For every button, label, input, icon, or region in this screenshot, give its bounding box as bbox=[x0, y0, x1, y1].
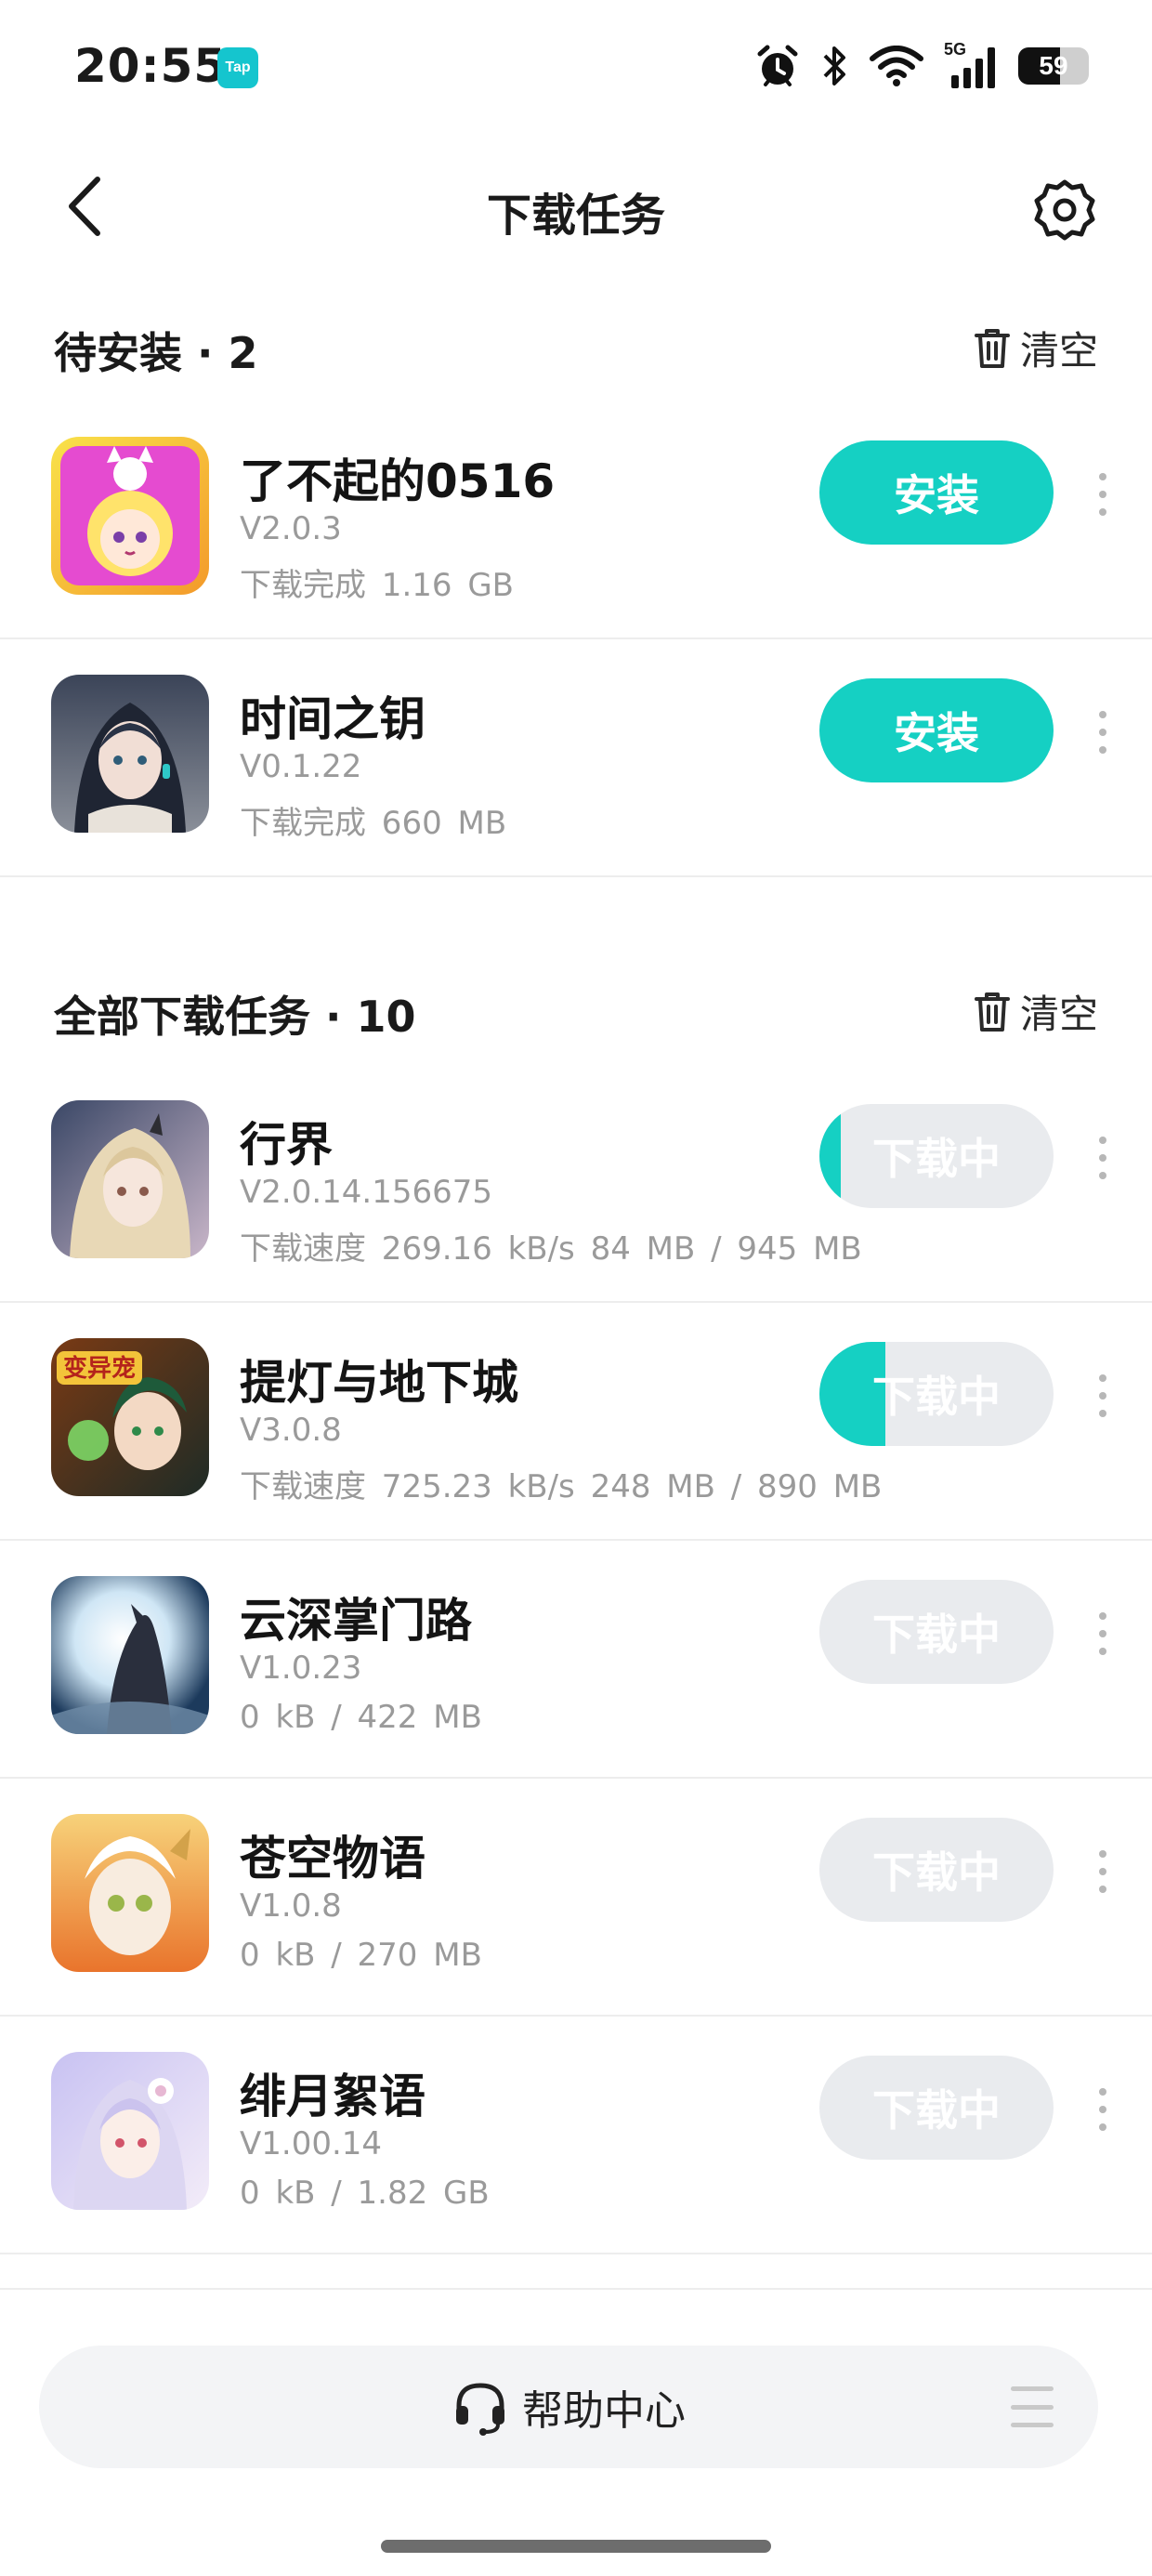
nav-bar: 下载任务 bbox=[0, 139, 1152, 274]
app-icon bbox=[51, 1576, 209, 1734]
app-name: 了不起的0516 bbox=[240, 454, 556, 508]
app-name: 苍空物语 bbox=[240, 1832, 425, 1886]
svg-text:变异宠: 变异宠 bbox=[63, 1354, 136, 1383]
pending-section-title: 待安装 · 2 bbox=[54, 328, 258, 378]
more-options-icon[interactable] bbox=[1087, 697, 1119, 768]
app-name: 时间之钥 bbox=[240, 692, 425, 746]
all-downloads-section-title: 全部下载任务 · 10 bbox=[54, 992, 416, 1042]
downloading-label: 下载中 bbox=[872, 1847, 1001, 1898]
app-version: V1.0.8 bbox=[240, 1887, 342, 1925]
download-item[interactable]: 绯月絮语 V1.00.14 0 kB / 1.82 GB 下载中 bbox=[0, 2017, 1152, 2254]
app-icon bbox=[51, 437, 209, 595]
app-version: V2.0.3 bbox=[240, 510, 342, 547]
download-item[interactable]: 变异宠 提灯与地下城 V3.0.8 下载速度 725.23 kB/s 248 M… bbox=[0, 1303, 1152, 1541]
app-status: 下载完成 660 MB bbox=[240, 805, 507, 842]
app-status: 0 kB / 270 MB bbox=[240, 1937, 482, 1974]
app-version: V2.0.14.156675 bbox=[240, 1174, 492, 1211]
more-options-icon[interactable] bbox=[1087, 1123, 1119, 1193]
help-center-button[interactable]: 帮助中心 bbox=[39, 2346, 1098, 2468]
app-status: 下载完成 1.16 GB bbox=[240, 567, 514, 604]
app-name: 云深掌门路 bbox=[240, 1594, 472, 1648]
status-time: 20:55 bbox=[74, 39, 228, 93]
app-name: 提灯与地下城 bbox=[240, 1356, 518, 1410]
downloading-label: 下载中 bbox=[872, 1372, 1001, 1422]
download-item[interactable]: 苍空物语 V1.0.8 0 kB / 270 MB 下载中 bbox=[0, 1779, 1152, 2017]
downloading-label: 下载中 bbox=[872, 1610, 1001, 1660]
install-label: 安装 bbox=[894, 470, 979, 520]
app-version: V0.1.22 bbox=[240, 748, 362, 785]
app-version: V1.00.14 bbox=[240, 2125, 383, 2162]
install-button[interactable]: 安装 bbox=[819, 678, 1054, 782]
app-icon bbox=[51, 1814, 209, 1972]
headset-icon bbox=[456, 2383, 504, 2436]
page-title: 下载任务 bbox=[486, 190, 665, 242]
downloading-label: 下载中 bbox=[872, 1134, 1001, 1184]
app-name: 绯月絮语 bbox=[240, 2070, 425, 2123]
app-status: 0 kB / 422 MB bbox=[240, 1699, 482, 1736]
clear-all-label: 清空 bbox=[1019, 992, 1098, 1037]
app-status: 下载速度 269.16 kB/s 84 MB / 945 MB bbox=[240, 1230, 862, 1268]
more-options-icon[interactable] bbox=[1087, 2074, 1119, 2145]
app-name: 行界 bbox=[240, 1118, 333, 1172]
pending-item[interactable]: 时间之钥 V0.1.22 下载完成 660 MB 安装 bbox=[0, 639, 1152, 877]
alarm-icon bbox=[754, 43, 801, 89]
bottom-bar: 帮助中心 bbox=[39, 2346, 1098, 2468]
more-options-icon[interactable] bbox=[1087, 1598, 1119, 1669]
app-status: 下载速度 725.23 kB/s 248 MB / 890 MB bbox=[240, 1468, 883, 1505]
tap-app-icon: Tap bbox=[217, 47, 258, 88]
install-button[interactable]: 安装 bbox=[819, 440, 1054, 545]
app-icon bbox=[51, 1100, 209, 1258]
gear-icon bbox=[1034, 179, 1095, 241]
downloading-button[interactable]: 下载中 bbox=[819, 1104, 1054, 1208]
all-downloads-section-header: 全部下载任务 · 10 清空 bbox=[0, 963, 1152, 1056]
pending-section-header: 待安装 · 2 清空 bbox=[0, 299, 1152, 392]
more-options-icon[interactable] bbox=[1087, 459, 1119, 530]
settings-button[interactable] bbox=[1028, 173, 1102, 247]
battery-icon: 59 bbox=[1018, 47, 1089, 85]
more-options-icon[interactable] bbox=[1087, 1360, 1119, 1431]
downloading-button[interactable]: 下载中 bbox=[819, 1580, 1054, 1684]
help-center-label: 帮助中心 bbox=[522, 2387, 686, 2435]
downloading-button[interactable]: 下载中 bbox=[819, 1818, 1054, 1922]
battery-level: 59 bbox=[1039, 51, 1068, 80]
app-icon bbox=[51, 2052, 209, 2210]
download-progress-bar bbox=[819, 1104, 841, 1208]
app-version: V1.0.23 bbox=[240, 1649, 362, 1687]
home-indicator[interactable] bbox=[381, 2540, 771, 2553]
clear-pending-label: 清空 bbox=[1019, 328, 1098, 374]
trash-icon bbox=[974, 992, 1010, 1032]
divider bbox=[0, 2288, 1152, 2290]
downloading-button[interactable]: 下载中 bbox=[819, 2056, 1054, 2160]
app-version: V3.0.8 bbox=[240, 1412, 342, 1449]
pending-item[interactable]: 了不起的0516 V2.0.3 下载完成 1.16 GB 安装 bbox=[0, 401, 1152, 639]
wifi-icon bbox=[870, 46, 923, 86]
status-bar: 20:55 Tap 5G 59 bbox=[0, 0, 1152, 139]
download-item[interactable]: 行界 V2.0.14.156675 下载速度 269.16 kB/s 84 MB… bbox=[0, 1065, 1152, 1303]
status-icons: 5G 59 bbox=[754, 40, 1089, 89]
app-icon: 变异宠 bbox=[51, 1338, 209, 1496]
clear-all-button[interactable]: 清空 bbox=[974, 983, 1098, 1040]
downloading-button[interactable]: 下载中 bbox=[819, 1342, 1054, 1446]
clear-pending-button[interactable]: 清空 bbox=[974, 320, 1098, 376]
install-label: 安装 bbox=[894, 708, 979, 758]
signal-icon: 5G bbox=[944, 40, 998, 88]
app-icon bbox=[51, 675, 209, 833]
downloading-label: 下载中 bbox=[872, 2085, 1001, 2136]
bluetooth-icon bbox=[821, 43, 849, 89]
menu-icon[interactable] bbox=[1011, 2386, 1054, 2427]
app-status: 0 kB / 1.82 GB bbox=[240, 2175, 490, 2212]
trash-icon bbox=[974, 328, 1010, 368]
more-options-icon[interactable] bbox=[1087, 1836, 1119, 1907]
download-item[interactable]: 云深掌门路 V1.0.23 0 kB / 422 MB 下载中 bbox=[0, 1541, 1152, 1779]
